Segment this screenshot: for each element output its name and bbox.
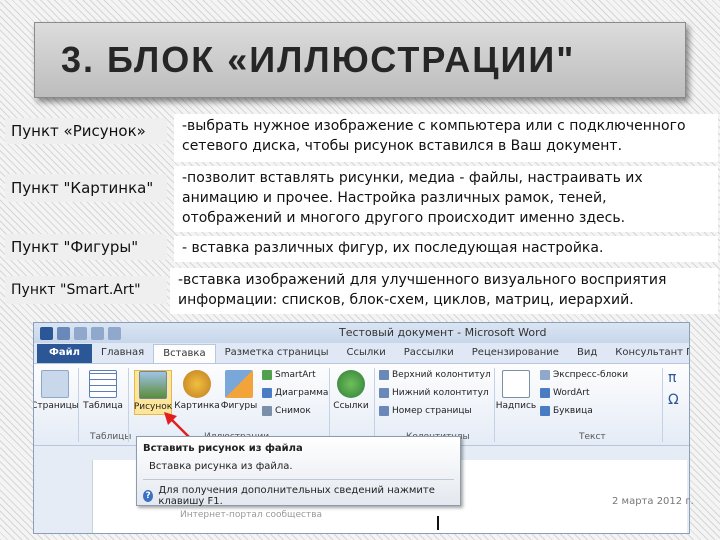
undo-icon[interactable]: [74, 326, 87, 340]
ribbon-separator: [662, 368, 663, 442]
links-button[interactable]: Ссылки: [332, 370, 370, 411]
ribbon-separator: [78, 368, 79, 442]
pages-icon: [41, 370, 69, 398]
textbox-icon: [502, 370, 530, 398]
chart-icon: [262, 388, 272, 398]
group-label-text: Текст: [579, 432, 606, 442]
header-icon: [379, 370, 389, 380]
equation-icon[interactable]: π: [668, 370, 676, 386]
dropcap-label: Буквица: [553, 406, 593, 416]
screenshot-icon: [262, 406, 272, 416]
quick-parts-label: Экспресс-блоки: [553, 370, 629, 380]
page-number-button[interactable]: Номер страницы: [379, 406, 472, 416]
ribbon-tabbar: Файл Главная Вставка Разметка страницы С…: [34, 343, 689, 364]
footer-label: Нижний колонтитул: [392, 388, 489, 398]
row-desc-shapes: - вставка различных фигур, их последующа…: [174, 236, 718, 262]
slide-title: 3. БЛОК «ИЛЛЮСТРАЦИИ": [61, 39, 576, 80]
smartart-button[interactable]: SmartArt: [262, 370, 316, 380]
textbox-button[interactable]: Надпись: [495, 370, 537, 411]
ribbon-separator: [374, 368, 375, 442]
help-icon: ?: [143, 490, 154, 502]
row-label-smartart: Пункт "Smart.Art": [5, 276, 167, 304]
shapes-button-label: Фигуры: [220, 401, 258, 411]
shapes-icon: [225, 370, 253, 398]
tab-page-layout[interactable]: Разметка страницы: [216, 344, 338, 363]
save-icon[interactable]: [57, 326, 70, 340]
pages-button[interactable]: Страницы: [34, 370, 79, 411]
row-label-clipart: Пункт "Картинка": [5, 174, 167, 202]
quick-parts-button[interactable]: Экспресс-блоки: [540, 370, 628, 380]
screenshot-label: Снимок: [275, 406, 311, 416]
page-number-label: Номер страницы: [392, 406, 472, 416]
tab-references[interactable]: Ссылки: [337, 344, 394, 363]
slide-title-box: 3. БЛОК «ИЛЛЮСТРАЦИИ": [34, 22, 686, 98]
links-button-label: Ссылки: [333, 401, 369, 411]
wordart-button[interactable]: WordArt: [540, 388, 590, 398]
tab-mailings[interactable]: Рассылки: [395, 344, 463, 363]
row-label-shapes: Пункт "Фигуры": [5, 234, 167, 260]
textbox-button-label: Надпись: [495, 401, 537, 411]
tooltip-title: Вставить рисунок из файла: [143, 443, 303, 454]
shapes-button[interactable]: Фигуры: [220, 370, 258, 411]
word-logo-icon: [40, 326, 53, 340]
footer-button[interactable]: Нижний колонтитул: [379, 388, 489, 398]
row-desc-picture: -выбрать нужное изображение с компьютера…: [174, 114, 718, 162]
screenshot-button[interactable]: Снимок: [262, 406, 311, 416]
wordart-icon: [540, 388, 550, 398]
tab-insert[interactable]: Вставка: [153, 344, 216, 363]
header-label: Верхний колонтитул: [392, 370, 491, 380]
links-icon: [337, 370, 365, 398]
tab-consultant-plus[interactable]: Консультант Плюс: [606, 344, 689, 363]
row-label-picture: Пункт «Рисунок»: [5, 118, 167, 144]
table-icon: [89, 370, 117, 398]
document-date: 2 марта 2012 г.: [612, 496, 694, 507]
smartart-label: SmartArt: [275, 370, 316, 380]
header-button[interactable]: Верхний колонтитул: [379, 370, 491, 380]
wordart-label: WordArt: [553, 388, 590, 398]
text-cursor: [437, 516, 439, 530]
redo-icon[interactable]: [91, 326, 104, 340]
tab-home[interactable]: Главная: [92, 344, 153, 363]
chart-button[interactable]: Диаграмма: [262, 388, 328, 398]
row-desc-clipart: -позволит вставлять рисунки, медиа - фай…: [174, 166, 718, 232]
tooltip-help: ? Для получения дополнительных сведений …: [143, 479, 454, 507]
ribbon-separator: [128, 368, 129, 442]
group-label-tables: Таблицы: [90, 432, 132, 442]
word-window-title: Тестовый документ - Microsoft Word: [339, 326, 547, 339]
tooltip-description: Вставка рисунка из файла.: [149, 461, 293, 472]
row-desc-smartart: -вставка изображений для улучшенного виз…: [170, 268, 718, 314]
dropcap-button[interactable]: Буквица: [540, 406, 593, 416]
symbol-icon[interactable]: Ω: [668, 392, 679, 408]
tab-file[interactable]: Файл: [37, 344, 92, 363]
customize-qat-icon[interactable]: [108, 326, 121, 340]
picture-tooltip: Вставить рисунок из файла Вставка рисунк…: [136, 436, 461, 507]
ribbon-separator: [329, 368, 330, 442]
quick-parts-icon: [540, 370, 550, 380]
document-text-fragment: Интернет-портал сообщества: [180, 510, 323, 520]
clipart-button[interactable]: Картинка: [174, 370, 220, 411]
smartart-icon: [262, 370, 272, 380]
table-button[interactable]: Таблица: [83, 370, 123, 411]
pages-button-label: Страницы: [33, 401, 79, 411]
footer-icon: [379, 388, 389, 398]
table-button-label: Таблица: [83, 401, 123, 411]
tab-review[interactable]: Рецензирование: [463, 344, 568, 363]
dropcap-icon: [540, 406, 550, 416]
word-titlebar: Тестовый документ - Microsoft Word: [34, 323, 689, 343]
tooltip-help-text: Для получения дополнительных сведений на…: [158, 485, 435, 507]
ribbon-insert: Страницы Таблица Таблицы Рисунок Картинк…: [34, 364, 689, 446]
chart-label: Диаграмма: [275, 388, 329, 398]
page-number-icon: [379, 406, 389, 416]
picture-icon: [139, 371, 167, 399]
clipart-icon: [183, 370, 211, 398]
tab-view[interactable]: Вид: [568, 344, 606, 363]
